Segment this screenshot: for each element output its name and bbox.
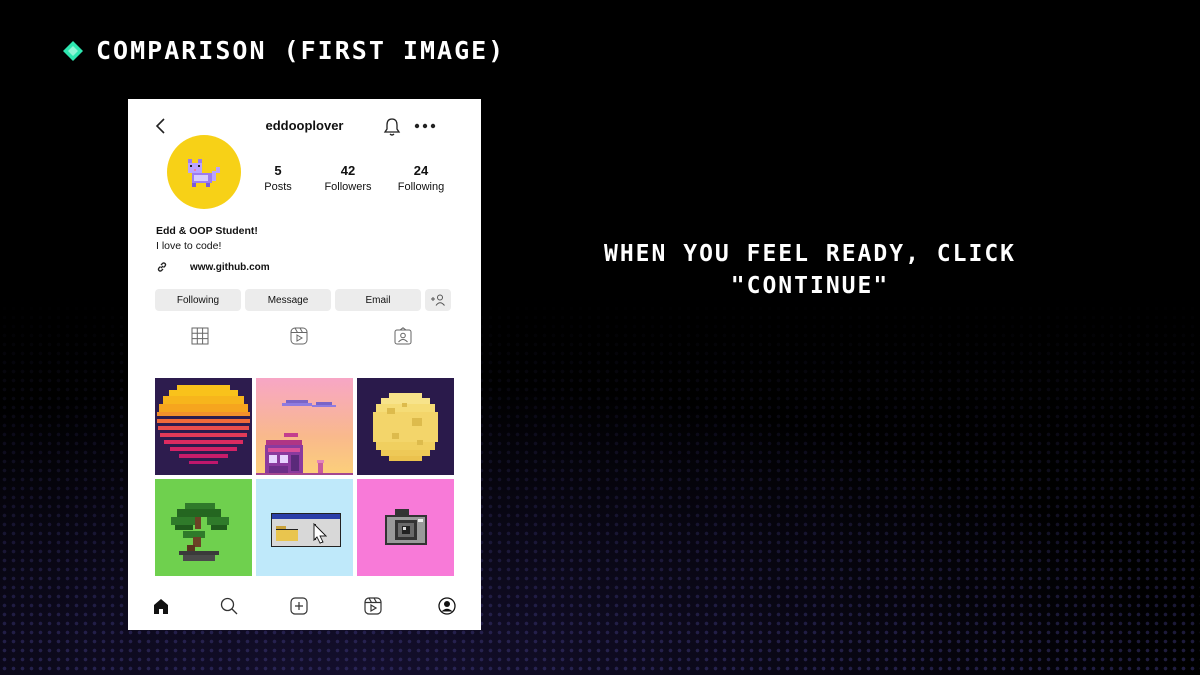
stat-followers-label: Followers [324, 181, 372, 193]
reels-icon[interactable] [290, 327, 308, 345]
link-icon [157, 262, 167, 272]
more-dots-icon[interactable] [414, 123, 436, 129]
add-user-button[interactable] [425, 289, 451, 311]
new-post-icon[interactable] [290, 597, 308, 615]
bio-text: I love to code! [156, 240, 222, 252]
diamond-icon [63, 40, 83, 61]
avatar[interactable] [167, 135, 241, 209]
slide-title-text: COMPARISON (FIRST IMAGE) [96, 36, 506, 65]
profile-link-text[interactable]: www.github.com [190, 262, 270, 273]
post-thumbnail[interactable] [357, 479, 454, 576]
bell-icon[interactable] [383, 117, 401, 137]
profile-icon[interactable] [438, 597, 456, 615]
stat-following[interactable]: 24 Following [386, 163, 456, 193]
post-thumbnail[interactable] [256, 378, 353, 475]
stat-following-label: Following [397, 181, 445, 193]
stat-posts-value: 5 [274, 163, 282, 178]
stat-posts[interactable]: 5 Posts [243, 163, 313, 193]
post-thumbnail[interactable] [155, 479, 252, 576]
bio-name: Edd & OOP Student! [156, 225, 258, 237]
following-button[interactable]: Following [155, 289, 241, 311]
slide-title: COMPARISON (FIRST IMAGE) [62, 36, 505, 65]
tagged-icon[interactable] [394, 327, 412, 345]
search-icon[interactable] [220, 597, 238, 615]
pixel-cat-icon [188, 159, 220, 187]
pixel-sunset-icon [155, 378, 252, 475]
email-button[interactable]: Email [335, 289, 421, 311]
pixel-moon-icon [357, 378, 454, 475]
profile-link-row[interactable]: www.github.com [156, 261, 270, 273]
stat-posts-label: Posts [264, 181, 292, 193]
phone-mockup: eddooplover 5 Posts 42 Followers 24 Foll… [128, 99, 481, 630]
add-user-icon [431, 294, 445, 306]
stat-followers[interactable]: 42 Followers [313, 163, 383, 193]
post-thumbnail[interactable] [357, 378, 454, 475]
pixel-folder-window-icon [256, 479, 353, 576]
posts-grid [155, 378, 454, 576]
post-thumbnail[interactable] [155, 378, 252, 475]
home-icon[interactable] [152, 597, 170, 615]
pixel-house-icon [256, 400, 353, 475]
reels-nav-icon[interactable] [364, 597, 382, 615]
instruction-text: WHEN YOU FEEL READY, CLICK "CONTINUE" [603, 241, 1017, 299]
grid-icon[interactable] [191, 327, 209, 345]
pixel-camera-icon [357, 479, 454, 576]
post-thumbnail[interactable] [256, 479, 353, 576]
pixel-bonsai-icon [155, 479, 252, 576]
profile-action-buttons: Following Message Email [155, 289, 451, 311]
message-button[interactable]: Message [245, 289, 331, 311]
stat-following-value: 24 [413, 163, 429, 178]
stat-followers-value: 42 [340, 163, 356, 178]
